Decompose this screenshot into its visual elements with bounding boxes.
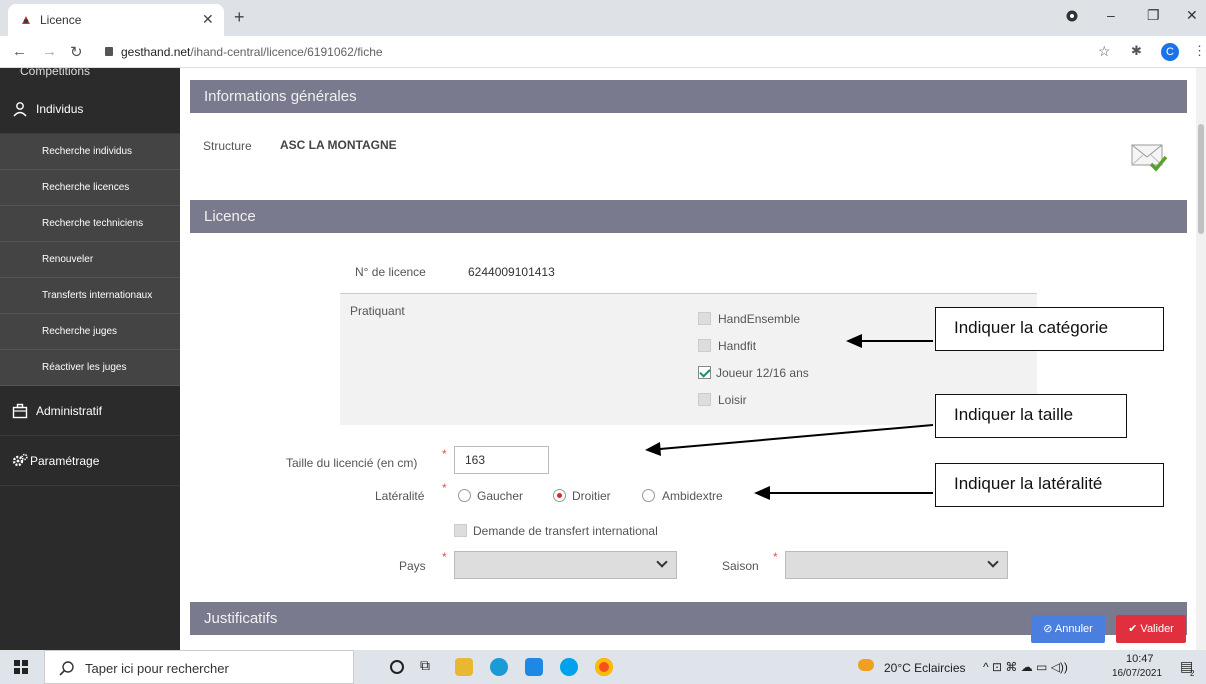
skype-icon[interactable] <box>560 658 578 676</box>
search-icon <box>59 661 74 676</box>
edge-icon[interactable] <box>490 658 508 676</box>
task-view-icon[interactable]: ⧉ <box>420 657 438 675</box>
taskbar-search-placeholder: Taper ici pour rechercher <box>85 661 229 676</box>
file-explorer-icon[interactable] <box>455 658 473 676</box>
clock-date[interactable]: 16/07/2021 <box>1112 668 1162 679</box>
taskbar-search-box[interactable]: Taper ici pour rechercher <box>44 650 354 684</box>
scrollbar-thumb[interactable] <box>1198 124 1204 234</box>
windows-start-icon[interactable] <box>14 660 28 674</box>
cortana-icon[interactable] <box>390 660 404 674</box>
clock-time[interactable]: 10:47 <box>1126 653 1154 665</box>
weather-text[interactable]: 20°C Eclaircies <box>884 661 966 675</box>
chrome-icon[interactable] <box>595 658 613 676</box>
store-icon[interactable] <box>525 658 543 676</box>
notification-count: 2 <box>1190 669 1195 678</box>
system-tray-icons[interactable]: ^ ⊡ ⌘ ☁ ▭ ◁)) <box>983 660 1068 674</box>
windows-taskbar: Taper ici pour rechercher ⧉ 20°C Eclairc… <box>0 650 1206 684</box>
annotation-arrows <box>645 334 934 500</box>
weather-icon <box>858 659 874 671</box>
page-scrollbar[interactable] <box>1196 68 1206 650</box>
